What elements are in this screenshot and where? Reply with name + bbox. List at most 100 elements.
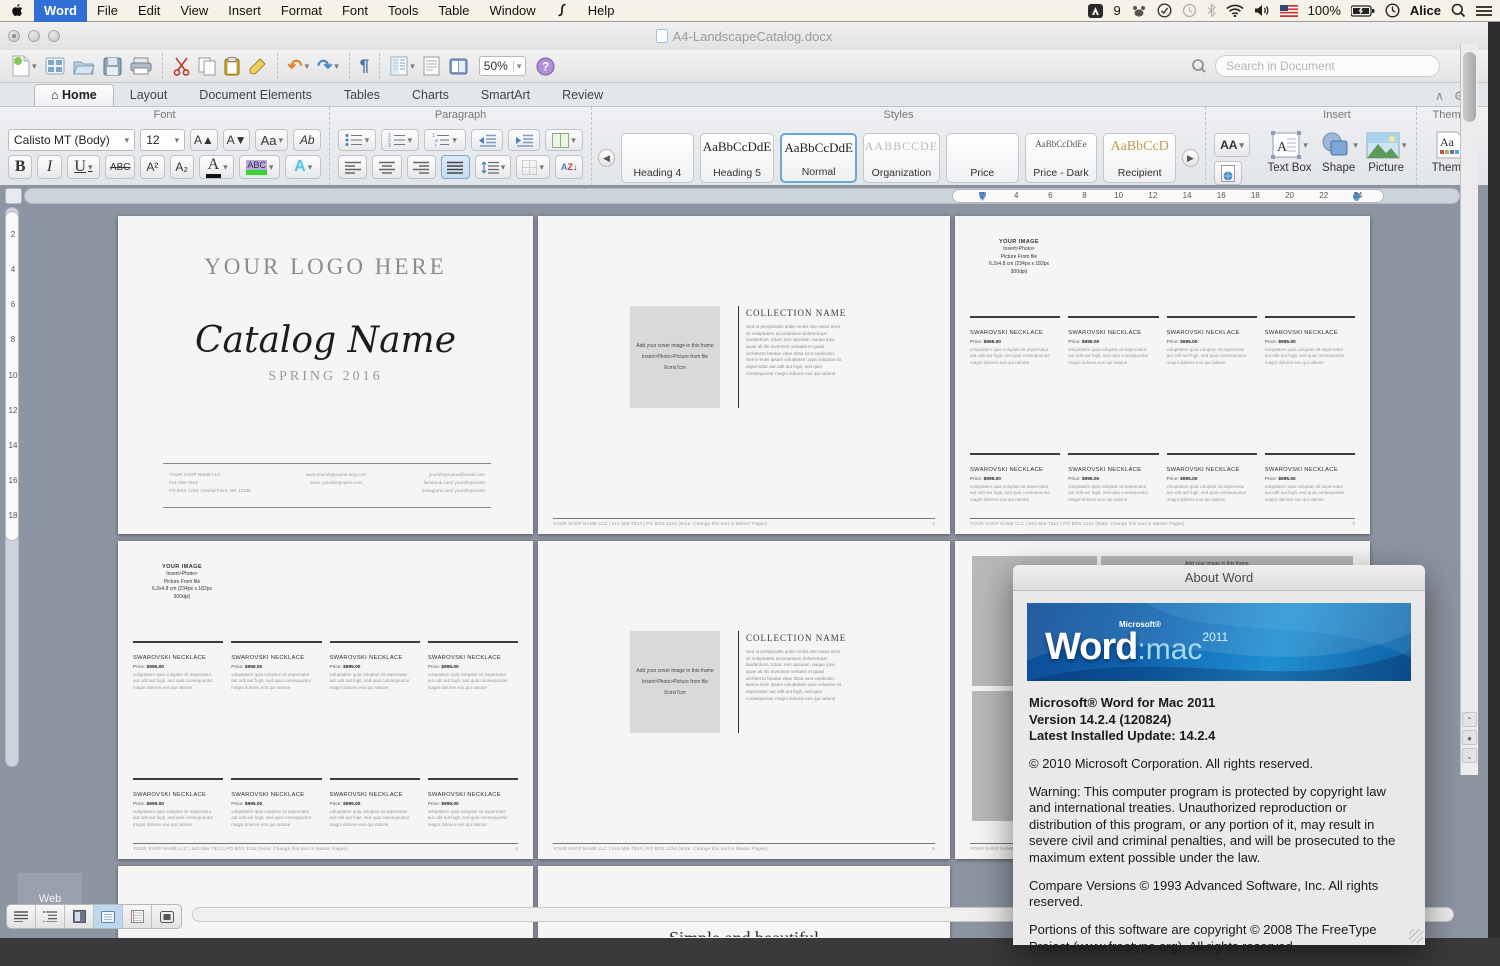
tab-smartart[interactable]: SmartArt	[465, 85, 546, 106]
numbered-list-button[interactable]: 123▾	[381, 129, 419, 151]
underline-button[interactable]: U▾	[67, 155, 101, 179]
save-button[interactable]	[103, 54, 122, 78]
menu-table[interactable]: Table	[428, 0, 479, 22]
bluetooth-icon[interactable]	[1207, 3, 1216, 18]
line-spacing-button[interactable]: ▾	[475, 155, 511, 179]
increase-indent-button[interactable]	[508, 129, 540, 151]
time-machine-icon[interactable]	[1182, 3, 1197, 18]
image-placeholder[interactable]: YOUR IMAGE Insert>Photo> Picture From fi…	[969, 238, 1069, 276]
user-menu[interactable]: Alice	[1410, 3, 1441, 18]
menu-word[interactable]: Word	[34, 0, 87, 22]
script-menu[interactable]	[546, 0, 578, 22]
style-heading-5[interactable]: AaBbCcDdEHeading 5	[700, 133, 775, 183]
menu-format[interactable]: Format	[271, 0, 332, 22]
subscript-button[interactable]: A₂	[170, 155, 194, 179]
columns-layout-button[interactable]: ▾	[545, 129, 583, 151]
paste-button[interactable]	[224, 54, 240, 78]
align-right-button[interactable]	[407, 155, 436, 179]
menu-edit[interactable]: Edit	[128, 0, 170, 22]
scrollbar-thumb[interactable]	[1463, 52, 1476, 122]
grow-font-button[interactable]: A▲	[190, 129, 218, 151]
clock-icon[interactable]	[1385, 3, 1400, 18]
bulleted-list-button[interactable]: ▾	[338, 129, 376, 151]
new-document-button[interactable]: ▾	[12, 54, 37, 78]
menu-help[interactable]: Help	[578, 0, 625, 22]
volume-icon[interactable]	[1254, 4, 1270, 17]
menu-insert[interactable]: Insert	[218, 0, 271, 22]
draft-view-button[interactable]	[7, 905, 36, 928]
font-size-select[interactable]: 12▾	[140, 129, 185, 151]
tab-tables[interactable]: Tables	[328, 85, 396, 106]
help-button[interactable]: ?	[536, 54, 555, 78]
notebook-layout-view-button[interactable]	[123, 905, 152, 928]
wifi-icon[interactable]	[1226, 4, 1244, 17]
italic-button[interactable]: I	[37, 155, 61, 179]
align-left-button[interactable]	[338, 155, 367, 179]
style-normal[interactable]: AaBbCcDdENormal	[780, 133, 857, 183]
insert-picture-button[interactable]: ▾ Picture	[1366, 132, 1407, 174]
page-8-partial[interactable]: Simple and beautiful	[538, 866, 950, 938]
page-5-collection[interactable]: Add your cover image in this frame Inser…	[538, 541, 950, 859]
tab-review[interactable]: Review	[546, 85, 619, 106]
vertical-ruler[interactable]: 24681012141618	[5, 211, 19, 541]
page-1-cover[interactable]: YOUR LOGO HERE Catalog Name SPRING 2016 …	[118, 216, 533, 534]
paw-icon[interactable]	[1131, 4, 1147, 18]
input-language-flag-icon[interactable]	[1280, 5, 1298, 17]
tab-charts[interactable]: Charts	[396, 85, 465, 106]
menu-view[interactable]: View	[170, 0, 218, 22]
tab-layout[interactable]: Layout	[114, 85, 184, 106]
decrease-indent-button[interactable]	[471, 129, 503, 151]
apple-menu[interactable]	[0, 0, 34, 22]
show-document-button[interactable]	[423, 54, 440, 78]
change-case-button[interactable]: Aa▾	[255, 129, 288, 151]
page-4-products[interactable]: YOUR IMAGE Insert>Photo> Picture From fi…	[118, 541, 533, 859]
tab-home[interactable]: ⌂ Home	[34, 84, 114, 106]
style-heading-4[interactable]: Heading 4	[621, 133, 694, 183]
print-button[interactable]	[130, 54, 152, 78]
borders-button[interactable]: ▾	[516, 155, 550, 179]
cover-image-placeholder[interactable]: Add your cover image in this frame Inser…	[630, 631, 720, 733]
sort-button[interactable]: AZ↓	[555, 155, 583, 179]
align-center-button[interactable]	[372, 155, 401, 179]
undo-button[interactable]: ↶▾	[288, 54, 310, 78]
style-recipient[interactable]: AaBbCcDRecipient	[1103, 133, 1176, 183]
styles-scroll-right[interactable]: ▶	[1182, 149, 1199, 167]
spotlight-icon[interactable]	[1451, 3, 1466, 18]
image-placeholder[interactable]: YOUR IMAGE Insert>Photo> Picture From fi…	[132, 563, 232, 601]
font-color-button[interactable]: A▾	[199, 155, 235, 179]
redo-button[interactable]: ↷▾	[317, 54, 339, 78]
browse-object-button[interactable]: ●	[1462, 730, 1477, 745]
font-name-select[interactable]: Calisto MT (Body)▾	[8, 129, 135, 151]
tab-document-elements[interactable]: Document Elements	[183, 85, 328, 106]
menu-window[interactable]: Window	[479, 0, 545, 22]
styles-scroll-left[interactable]: ◀	[598, 149, 615, 167]
change-styles-button[interactable]: AA▾	[1214, 133, 1250, 157]
publishing-layout-view-button[interactable]	[65, 905, 94, 928]
style-price-dark[interactable]: AaBbCcDdEePrice - Dark	[1025, 133, 1098, 183]
previous-page-button[interactable]: ⌃	[1462, 712, 1477, 727]
tab-selector-box[interactable]	[5, 188, 22, 204]
insert-shape-button[interactable]: ▾ Shape	[1319, 131, 1358, 174]
adobe-icon[interactable]	[1088, 4, 1103, 18]
page-2-collection[interactable]: Add your cover image in this frame Inser…	[538, 216, 950, 534]
reference-tools-button[interactable]	[448, 54, 469, 78]
collapse-ribbon-icon[interactable]: ∧	[1435, 89, 1444, 103]
next-page-button[interactable]: ⌄	[1462, 748, 1477, 763]
bold-button[interactable]: B	[8, 155, 32, 179]
focus-view-button[interactable]	[152, 905, 181, 928]
search-icon[interactable]	[1191, 58, 1209, 74]
check-circle-icon[interactable]	[1157, 3, 1172, 18]
page-3-products[interactable]: YOUR IMAGE Insert>Photo> Picture From fi…	[955, 216, 1370, 534]
menu-tools[interactable]: Tools	[378, 0, 428, 22]
highlight-color-button[interactable]: ABC▾	[239, 155, 280, 179]
style-organization[interactable]: AABBCCDEOrganization	[863, 133, 940, 183]
cover-image-placeholder[interactable]: Add your cover image in this frame Inser…	[630, 306, 720, 408]
menu-file[interactable]: File	[87, 0, 128, 22]
media-browser-button[interactable]	[45, 54, 65, 78]
horizontal-ruler[interactable]: 24681012141618202224	[24, 188, 1460, 204]
print-layout-view-button[interactable]	[94, 905, 123, 928]
notification-center-icon[interactable]	[1476, 5, 1492, 17]
manage-styles-button[interactable]	[1214, 161, 1242, 185]
shrink-font-button[interactable]: A▼	[223, 129, 251, 151]
battery-icon[interactable]	[1351, 5, 1375, 17]
